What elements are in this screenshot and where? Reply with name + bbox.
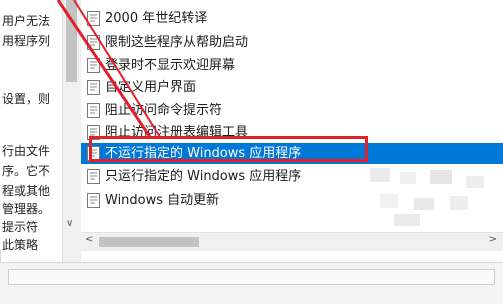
description-line: 用户无法 — [2, 14, 51, 28]
chevron-down-icon[interactable]: ∨ — [66, 218, 73, 229]
policy-setting-icon — [87, 11, 100, 26]
scrollbar-thumb[interactable] — [66, 0, 77, 82]
description-line: 管理器。 — [2, 202, 51, 216]
policy-item-label: Windows 自动更新 — [105, 193, 220, 208]
description-line: 设置，则 — [2, 92, 51, 106]
description-line: 此策略 — [2, 238, 39, 252]
policy-item-label: 限制这些程序从帮助启动 — [105, 35, 249, 50]
policy-item[interactable]: 2000 年世纪转译 — [81, 8, 503, 29]
policy-item[interactable]: 限制这些程序从帮助启动 — [81, 32, 503, 53]
description-vertical-scrollbar[interactable]: ∨ — [62, 0, 82, 262]
policy-item[interactable]: 登录时不显示欢迎屏幕 — [81, 55, 503, 76]
policy-item-label: 自定义用户界面 — [105, 80, 197, 95]
policy-item-label: 2000 年世纪转译 — [105, 11, 208, 26]
policy-setting-icon — [87, 103, 100, 118]
chevron-left-icon[interactable]: < — [85, 234, 93, 245]
description-line: 程或其他 — [2, 184, 51, 198]
policy-item[interactable]: 自定义用户界面 — [81, 77, 503, 98]
status-bar — [0, 262, 503, 304]
view-tabs-strip — [8, 269, 495, 285]
chevron-right-icon[interactable]: > — [489, 234, 497, 245]
policy-item[interactable]: 阻止访问命令提示符 — [81, 100, 503, 121]
policy-item-label: 阻止访问命令提示符 — [105, 103, 223, 118]
list-horizontal-scrollbar[interactable]: < > — [81, 232, 503, 251]
policy-setting-icon — [87, 169, 100, 184]
policy-setting-icon — [87, 35, 100, 50]
description-pane: 用户无法 用程序列 设置，则 行由文件 序。它不 程或其他 管理器。 提示符 此… — [0, 0, 60, 252]
scrollbar-thumb[interactable] — [99, 237, 199, 247]
policy-item-label: 只运行指定的 Windows 应用程序 — [105, 169, 302, 184]
description-line: 提示符 — [2, 220, 39, 234]
description-line: 行由文件 — [2, 144, 51, 158]
policy-setting-icon — [87, 80, 100, 95]
annotation-highlight-box — [89, 136, 368, 162]
policy-item-label: 登录时不显示欢迎屏幕 — [105, 58, 236, 73]
description-line: 序。它不 — [2, 164, 51, 178]
policy-setting-icon — [87, 193, 100, 208]
description-line: 用程序列 — [2, 34, 51, 48]
policy-setting-icon — [87, 58, 100, 73]
blurred-watermark — [370, 168, 484, 226]
